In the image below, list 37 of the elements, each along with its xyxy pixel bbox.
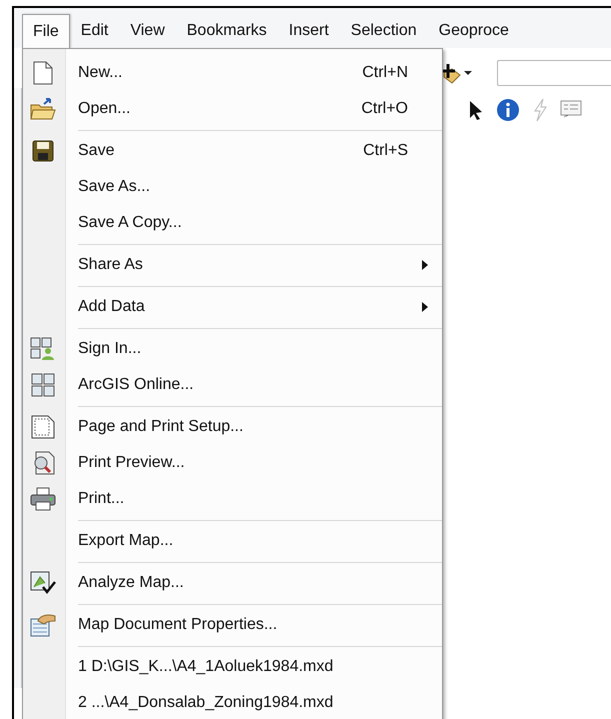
page-outline-icon — [31, 415, 55, 439]
pointer-arrow-icon[interactable] — [468, 100, 484, 120]
menu-item[interactable]: 2 ...\A4_Donsalab_Zoning1984.mxd — [66, 685, 442, 719]
menu-bar-item[interactable]: File — [22, 14, 70, 48]
menu-bar-item[interactable]: Selection — [340, 14, 428, 48]
menu-item[interactable]: Page and Print Setup... — [66, 409, 442, 445]
grid-icon — [31, 373, 55, 397]
folder-icon — [30, 97, 56, 121]
info-icon[interactable] — [496, 98, 520, 122]
caret-icon[interactable] — [464, 70, 472, 76]
menu-bar-item[interactable]: Bookmarks — [176, 14, 278, 48]
menu-item[interactable]: Print Preview... — [66, 445, 442, 481]
grid-person-icon — [30, 337, 56, 361]
menu-bar-item[interactable]: Geoproce — [428, 14, 520, 48]
menu-bar-item[interactable]: Insert — [278, 14, 340, 48]
menu-item[interactable]: ArcGIS Online... — [66, 367, 442, 403]
menu-item[interactable]: Sign In... — [66, 331, 442, 367]
menu-item[interactable]: Save Ctrl+S — [66, 133, 442, 169]
menu-item[interactable]: Open... Ctrl+O — [66, 91, 442, 127]
menu-bar-item[interactable]: Edit — [70, 14, 120, 48]
menu-item[interactable]: New... Ctrl+N — [66, 55, 442, 91]
menu-bar-item[interactable]: View — [119, 14, 176, 48]
map-checkmark-icon — [30, 571, 56, 595]
menu-item[interactable]: Map Document Properties... — [66, 607, 442, 643]
menu-item[interactable]: Save As... — [66, 169, 442, 205]
menu-item[interactable]: Share As — [66, 247, 442, 283]
menu-item[interactable]: Add Data — [66, 289, 442, 325]
menu-item[interactable]: Print... — [66, 481, 442, 517]
menu-item[interactable]: Export Map... — [66, 523, 442, 559]
menu-item[interactable]: Analyze Map... — [66, 565, 442, 601]
menu-item[interactable]: 1 D:\GIS_K...\A4_1Aoluek1984.mxd — [66, 649, 442, 685]
menu-item[interactable]: Save A Copy... — [66, 205, 442, 241]
document-hand-icon — [30, 613, 56, 637]
printer-icon — [30, 487, 56, 511]
blank-page-icon — [33, 61, 53, 85]
popup-window-icon[interactable] — [560, 100, 582, 120]
combo-field[interactable] — [497, 60, 611, 86]
